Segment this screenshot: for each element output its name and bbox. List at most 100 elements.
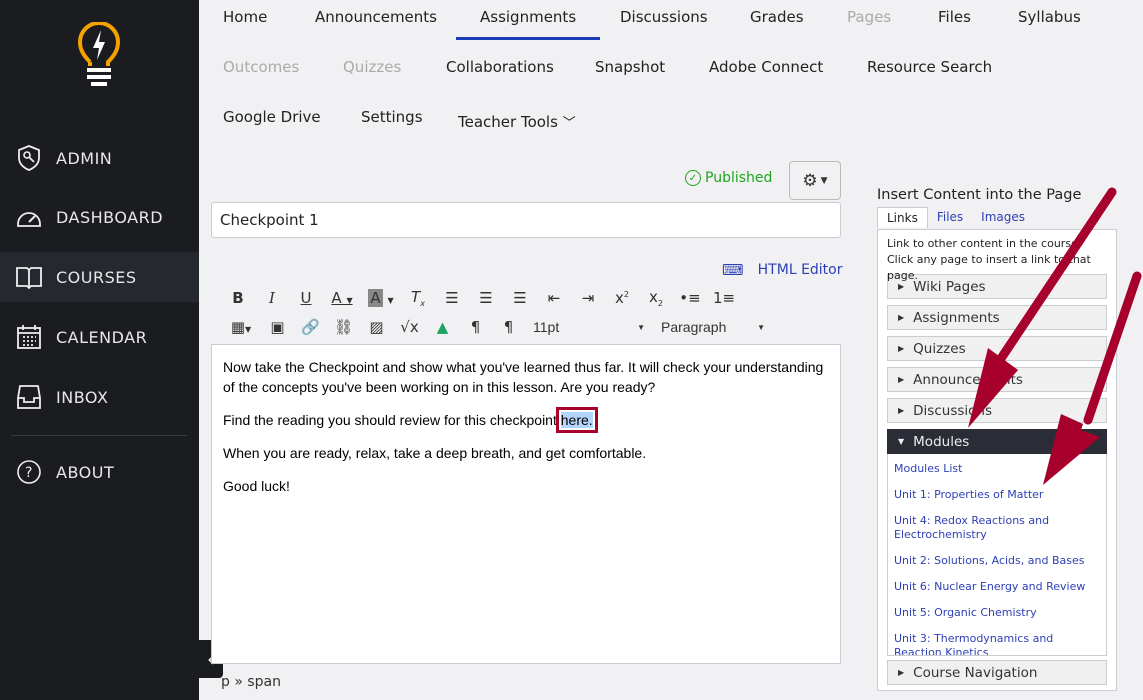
panel-tab-images[interactable]: Images — [972, 207, 1034, 228]
section-wiki-pages[interactable]: ▶ Wiki Pages — [887, 274, 1107, 299]
tab-discussions[interactable]: Discussions — [620, 8, 708, 26]
outdent-icon[interactable]: ⇤ — [537, 289, 571, 307]
tab-adobe-connect[interactable]: Adobe Connect — [709, 58, 823, 76]
underline-icon[interactable]: U — [289, 289, 323, 307]
editor-paragraph: Now take the Checkpoint and show what yo… — [223, 359, 824, 395]
global-nav-sidebar: ADMIN DASHBOARD COURSES CALENDAR INBOX ?… — [0, 0, 199, 700]
media-icon[interactable]: ▣ — [261, 318, 294, 336]
caret-down-icon: ▼ — [820, 175, 828, 186]
section-course-navigation[interactable]: ▶ Course Navigation — [887, 660, 1107, 685]
tab-teacher-tools[interactable]: Teacher Tools ﹀ — [458, 112, 576, 131]
image-icon[interactable]: ▨ — [360, 318, 393, 336]
caret-right-icon: ▶ — [898, 406, 905, 415]
module-link[interactable]: Unit 3: Thermodynamics and Reaction Kine… — [894, 632, 1100, 655]
table-icon[interactable]: ▦▼ — [221, 318, 261, 336]
tab-home[interactable]: Home — [223, 8, 267, 26]
formatting-toolbar: B I U A ▼ A ▼ Tx ☰ ☰ ☰ ⇤ ⇥ x2 x2 •≡ 1≡ — [221, 288, 741, 308]
tab-collaborations[interactable]: Collaborations — [446, 58, 554, 76]
html-editor-label: HTML Editor — [757, 262, 843, 278]
caret-right-icon: ▶ — [898, 375, 905, 384]
caret-down-icon: ▼ — [898, 437, 905, 446]
tab-announcements[interactable]: Announcements — [315, 8, 437, 26]
selected-link-text[interactable]: here. — [555, 407, 598, 433]
tab-resource-search[interactable]: Resource Search — [867, 58, 992, 76]
google-drive-icon[interactable]: ▲ — [426, 318, 459, 336]
panel-description: Link to other content in the course. Cli… — [887, 237, 1091, 282]
module-link[interactable]: Unit 4: Redox Reactions and Electrochemi… — [894, 514, 1100, 542]
section-label: Modules — [913, 433, 970, 450]
numbered-list-icon[interactable]: 1≡ — [707, 289, 741, 307]
indent-icon[interactable]: ⇥ — [571, 289, 605, 307]
rtl-paragraph-icon[interactable]: ¶ — [492, 318, 525, 336]
caret-right-icon: ▶ — [898, 282, 905, 291]
tab-google-drive[interactable]: Google Drive — [223, 108, 321, 126]
ltr-paragraph-icon[interactable]: ¶ — [459, 318, 492, 336]
module-link[interactable]: Unit 5: Organic Chemistry — [894, 606, 1100, 620]
nav-item-dashboard[interactable]: DASHBOARD — [0, 192, 199, 242]
math-equation-icon[interactable]: √x — [393, 318, 426, 336]
bold-icon[interactable]: B — [221, 289, 255, 307]
block-format-value: Paragraph — [661, 319, 727, 335]
align-right-icon[interactable]: ☰ — [503, 289, 537, 307]
page-title-input[interactable] — [211, 202, 841, 238]
tab-snapshot[interactable]: Snapshot — [595, 58, 665, 76]
settings-menu-button[interactable]: ⚙ ▼ — [789, 161, 841, 200]
nav-item-inbox[interactable]: INBOX — [0, 372, 199, 422]
section-discussions[interactable]: ▶ Discussions — [887, 398, 1107, 423]
speedometer-icon — [17, 212, 41, 227]
section-assignments[interactable]: ▶ Assignments — [887, 305, 1107, 330]
svg-text:?: ? — [25, 465, 33, 481]
tab-quizzes[interactable]: Quizzes — [343, 58, 401, 76]
editor-paragraph: When you are ready, relax, take a deep b… — [223, 445, 647, 461]
element-path: p » span — [221, 674, 281, 690]
text-color-icon[interactable]: A ▼ — [323, 289, 361, 307]
tab-settings[interactable]: Settings — [361, 108, 423, 126]
module-link[interactable]: Unit 2: Solutions, Acids, and Bases — [894, 554, 1100, 568]
rich-content-editor[interactable]: Now take the Checkpoint and show what yo… — [211, 344, 841, 664]
section-announcements[interactable]: ▶ Announcements — [887, 367, 1107, 392]
nav-item-about[interactable]: ? ABOUT — [0, 447, 199, 497]
question-icon: ? — [17, 460, 41, 484]
tab-assignments[interactable]: Assignments — [455, 8, 601, 40]
tab-label: Teacher Tools — [458, 113, 558, 131]
module-link[interactable]: Modules List — [894, 462, 1100, 476]
gear-icon: ⚙ — [802, 170, 818, 191]
keyboard-icon: ⌨ — [722, 261, 744, 279]
module-link[interactable]: Unit 6: Nuclear Energy and Review — [894, 580, 1100, 594]
nav-label: CALENDAR — [56, 327, 148, 347]
tab-outcomes[interactable]: Outcomes — [223, 58, 299, 76]
subscript-icon[interactable]: x2 — [639, 288, 673, 308]
panel-tab-links[interactable]: Links — [877, 207, 928, 228]
insert-toolbar: ▦▼ ▣ 🔗 ⛓ ▨ √x ▲ ¶ ¶ 11pt ▼ Paragraph ▼ — [221, 318, 765, 336]
bullet-list-icon[interactable]: •≡ — [673, 289, 707, 307]
align-center-icon[interactable]: ☰ — [469, 289, 503, 307]
italic-icon[interactable]: I — [255, 289, 289, 307]
editor-paragraph: Good luck! — [223, 478, 290, 494]
tab-pages[interactable]: Pages — [847, 8, 891, 26]
tab-files[interactable]: Files — [938, 8, 971, 26]
module-link[interactable]: Unit 1: Properties of Matter — [894, 488, 1100, 502]
nav-label: ABOUT — [56, 462, 115, 482]
align-left-icon[interactable]: ☰ — [435, 289, 469, 307]
section-label: Course Navigation — [913, 664, 1038, 681]
nav-item-admin[interactable]: ADMIN — [0, 133, 199, 183]
background-color-icon[interactable]: A ▼ — [361, 289, 401, 307]
html-editor-toggle[interactable]: ⌨ HTML Editor — [722, 261, 843, 279]
block-format-select[interactable]: Paragraph ▼ — [645, 319, 765, 335]
section-label: Announcements — [913, 371, 1023, 388]
clear-formatting-icon[interactable]: Tx — [401, 288, 435, 308]
superscript-icon[interactable]: x2 — [605, 289, 639, 307]
link-icon[interactable]: 🔗 — [294, 318, 327, 336]
section-quizzes[interactable]: ▶ Quizzes — [887, 336, 1107, 361]
nav-item-courses[interactable]: COURSES — [0, 252, 199, 302]
tab-syllabus[interactable]: Syllabus — [1018, 8, 1081, 26]
chevron-down-icon: ﹀ — [562, 116, 576, 131]
unlink-icon[interactable]: ⛓ — [327, 318, 360, 336]
section-modules[interactable]: ▼ Modules — [887, 429, 1107, 454]
published-status: ✓ Published — [685, 170, 772, 186]
modules-list[interactable]: Modules List Unit 1: Properties of Matte… — [887, 454, 1107, 656]
tab-grades[interactable]: Grades — [750, 8, 804, 26]
font-size-select[interactable]: 11pt ▼ — [525, 319, 645, 335]
panel-tab-files[interactable]: Files — [928, 207, 972, 228]
nav-item-calendar[interactable]: CALENDAR — [0, 312, 199, 362]
